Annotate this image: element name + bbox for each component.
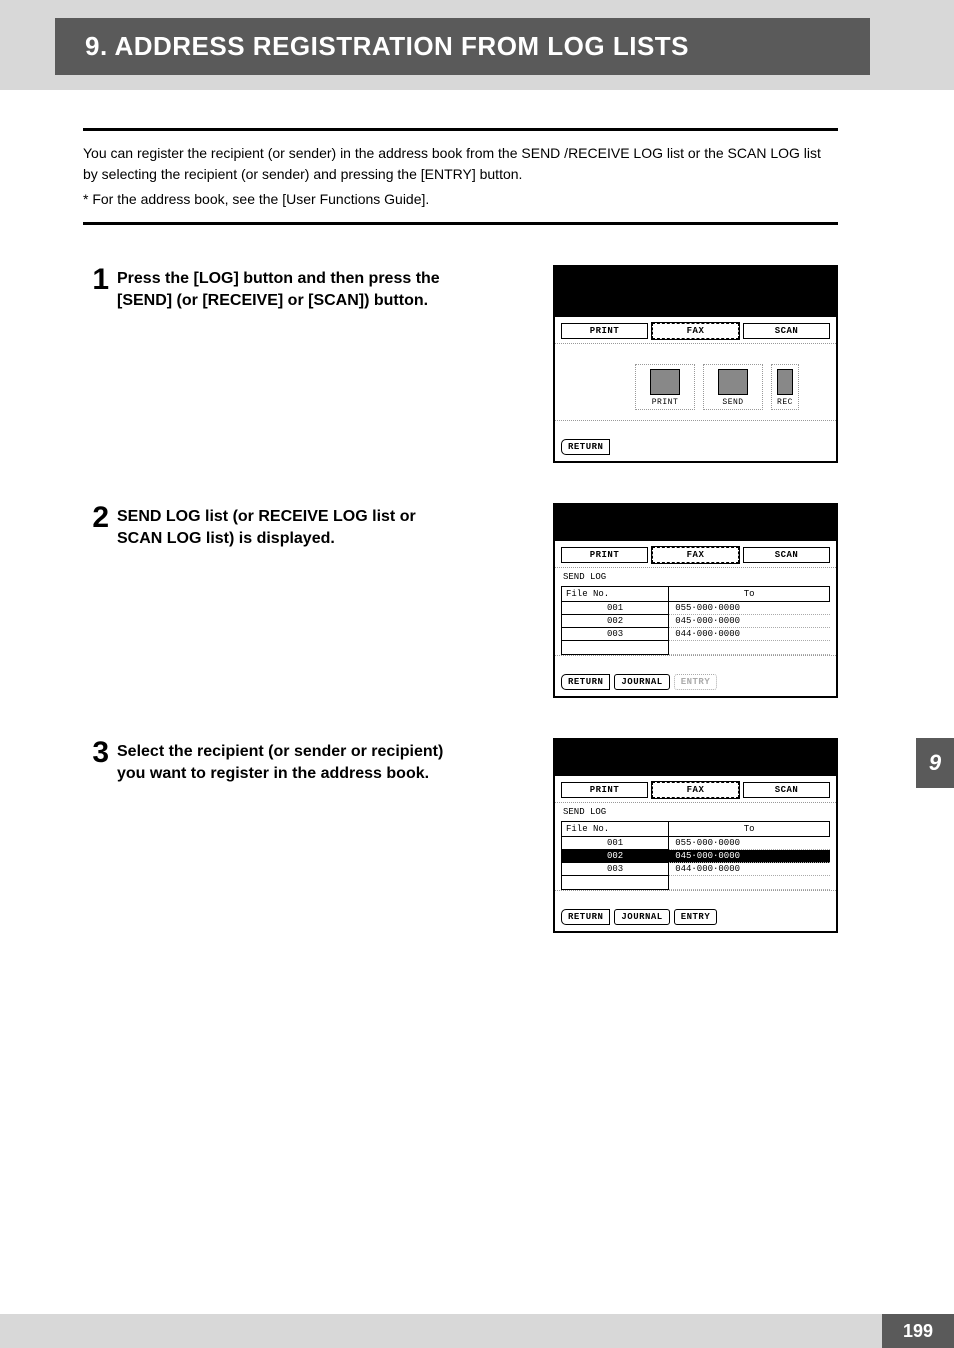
col-to: To — [669, 822, 830, 837]
step-2-desc: SEND LOG list (or RECEIVE LOG list or SC… — [117, 503, 453, 551]
table-row[interactable]: 003 044·000·0000 — [562, 628, 830, 641]
entry-button[interactable]: ENTRY — [674, 909, 718, 925]
journal-button[interactable]: JOURNAL — [614, 674, 669, 690]
screen-1-topbar — [555, 267, 836, 317]
icon-print-block[interactable]: PRINT — [635, 364, 695, 410]
col-fileno: File No. — [562, 822, 669, 837]
table-header-row: File No. To — [562, 822, 830, 837]
content-area: You can register the recipient (or sende… — [83, 128, 838, 933]
table-header-row: File No. To — [562, 587, 830, 602]
cell-fileno: 001 — [562, 602, 669, 615]
journal-button[interactable]: JOURNAL — [614, 909, 669, 925]
rule-bottom — [83, 222, 838, 225]
screen-3: PRINT FAX SCAN SEND LOG File No. To 001 … — [553, 738, 838, 933]
screen-2-table: File No. To 001 055·000·0000 002 045·000… — [561, 586, 830, 655]
cell-fileno: 002 — [562, 850, 669, 863]
screen-1-iconrow: PRINT SEND REC — [555, 344, 836, 420]
table-row[interactable]: 002 045·000·0000 — [562, 615, 830, 628]
screen-2: PRINT FAX SCAN SEND LOG File No. To 001 … — [553, 503, 838, 698]
step-2-row: 2 SEND LOG list (or RECEIVE LOG list or … — [83, 503, 838, 698]
table-row-selected[interactable]: 002 045·000·0000 — [562, 850, 830, 863]
step-3-textcol: 3 Select the recipient (or sender or rec… — [83, 738, 453, 786]
screen-1-btnrow: RETURN — [555, 420, 836, 461]
table-row[interactable]: 001 055·000·0000 — [562, 602, 830, 615]
screen-2-col: PRINT FAX SCAN SEND LOG File No. To 001 … — [553, 503, 838, 698]
tab-print[interactable]: PRINT — [561, 323, 648, 339]
icon-rec-block[interactable]: REC — [771, 364, 799, 410]
screen-2-btnrow: RETURN JOURNAL ENTRY — [555, 655, 836, 696]
receive-icon — [777, 369, 793, 395]
tab2-scan[interactable]: SCAN — [743, 547, 830, 563]
screen-3-topbar — [555, 740, 836, 776]
header-bar: 9. ADDRESS REGISTRATION FROM LOG LISTS — [0, 0, 954, 90]
icon-send-block[interactable]: SEND — [703, 364, 763, 410]
screen-3-table: File No. To 001 055·000·0000 002 045·000… — [561, 821, 830, 890]
footnote: * For the address book, see the [User Fu… — [83, 189, 838, 210]
rule-top — [83, 128, 838, 131]
entry-button-disabled: ENTRY — [674, 674, 718, 690]
icon-rec-label: REC — [772, 398, 798, 407]
screen-1-tabs: PRINT FAX SCAN — [555, 317, 836, 344]
step-1-row: 1 Press the [LOG] button and then press … — [83, 265, 838, 463]
table-row[interactable]: 003 044·000·0000 — [562, 863, 830, 876]
chapter-tab-number: 9 — [929, 750, 941, 776]
return-button[interactable]: RETURN — [561, 439, 610, 455]
tab3-scan[interactable]: SCAN — [743, 782, 830, 798]
cell-to: 055·000·0000 — [669, 837, 830, 850]
screen-3-tabs: PRINT FAX SCAN — [555, 776, 836, 803]
step-2-textcol: 2 SEND LOG list (or RECEIVE LOG list or … — [83, 503, 453, 551]
screen-3-col: PRINT FAX SCAN SEND LOG File No. To 001 … — [553, 738, 838, 933]
screen-1: PRINT FAX SCAN PRINT SEND REC — [553, 265, 838, 463]
cell-fileno: 001 — [562, 837, 669, 850]
step-3-row: 3 Select the recipient (or sender or rec… — [83, 738, 838, 933]
screen-2-tabs: PRINT FAX SCAN — [555, 541, 836, 568]
cell-to: 055·000·0000 — [669, 602, 830, 615]
cell-to: 044·000·0000 — [669, 863, 830, 876]
table-row[interactable]: 001 055·000·0000 — [562, 837, 830, 850]
tab3-fax[interactable]: FAX — [652, 782, 739, 798]
step-1-number: 1 — [83, 265, 109, 295]
step-3-number: 3 — [83, 738, 109, 768]
step-1-textcol: 1 Press the [LOG] button and then press … — [83, 265, 453, 313]
screen-1-col: PRINT FAX SCAN PRINT SEND REC — [553, 265, 838, 463]
tab2-fax[interactable]: FAX — [652, 547, 739, 563]
tab-fax[interactable]: FAX — [652, 323, 739, 339]
header-inner: 9. ADDRESS REGISTRATION FROM LOG LISTS — [55, 18, 870, 75]
screen-2-topbar — [555, 505, 836, 541]
tab2-print[interactable]: PRINT — [561, 547, 648, 563]
icon-print-label: PRINT — [636, 398, 694, 407]
table-row-empty — [562, 641, 830, 655]
return-button[interactable]: RETURN — [561, 909, 610, 925]
step-3-desc: Select the recipient (or sender or recip… — [117, 738, 453, 786]
step-2-number: 2 — [83, 503, 109, 533]
icon-send-label: SEND — [704, 398, 762, 407]
tab-scan[interactable]: SCAN — [743, 323, 830, 339]
screen-3-logtitle: SEND LOG — [555, 803, 836, 819]
chapter-tab: 9 — [916, 738, 954, 788]
page-number-box: 199 — [882, 1314, 954, 1348]
printer-icon — [650, 369, 680, 395]
col-to: To — [669, 587, 830, 602]
intro-paragraph: You can register the recipient (or sende… — [83, 143, 838, 185]
page-title: 9. ADDRESS REGISTRATION FROM LOG LISTS — [85, 31, 689, 62]
footer-bar: 199 — [0, 1314, 954, 1348]
page-number: 199 — [903, 1321, 933, 1342]
cell-to: 045·000·0000 — [669, 615, 830, 628]
table-row-empty — [562, 876, 830, 890]
cell-fileno: 003 — [562, 628, 669, 641]
screen-2-logtitle: SEND LOG — [555, 568, 836, 584]
screen-3-btnrow: RETURN JOURNAL ENTRY — [555, 890, 836, 931]
tab3-print[interactable]: PRINT — [561, 782, 648, 798]
cell-to: 045·000·0000 — [669, 850, 830, 863]
cell-fileno: 002 — [562, 615, 669, 628]
cell-fileno: 003 — [562, 863, 669, 876]
cell-to: 044·000·0000 — [669, 628, 830, 641]
col-fileno: File No. — [562, 587, 669, 602]
step-1-desc: Press the [LOG] button and then press th… — [117, 265, 453, 313]
return-button[interactable]: RETURN — [561, 674, 610, 690]
send-icon — [718, 369, 748, 395]
